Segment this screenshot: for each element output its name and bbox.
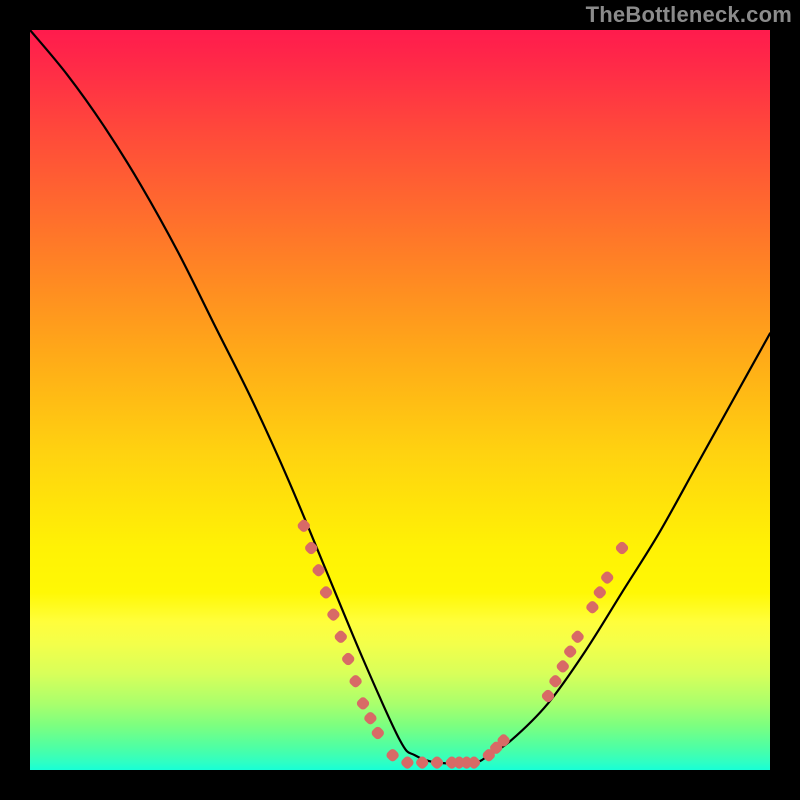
plot-area: [30, 30, 770, 770]
chart-frame: TheBottleneck.com: [0, 0, 800, 800]
watermark-text: TheBottleneck.com: [586, 2, 792, 28]
gradient-background: [30, 30, 770, 770]
